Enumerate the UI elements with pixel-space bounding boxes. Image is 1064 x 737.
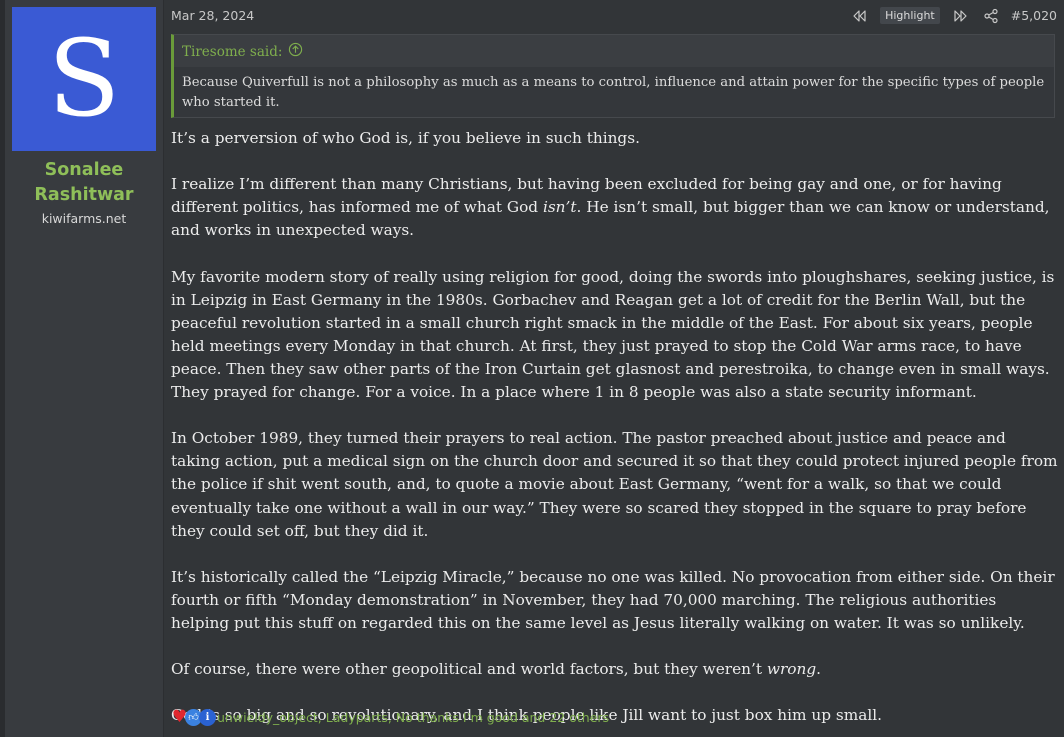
share-icon[interactable] <box>983 8 999 24</box>
paragraph-6: Of course, there were other geopolitical… <box>171 660 822 679</box>
post-tools: Highlight #5,020 <box>844 7 1057 24</box>
emphasis: isn’t <box>542 198 577 217</box>
paragraph-1: It’s a perversion of who God is, if you … <box>171 129 640 147</box>
paragraph-3: My favorite modern story of really using… <box>171 267 1055 402</box>
quote-header: Tiresome said: <box>182 42 303 61</box>
highlight-button[interactable]: Highlight <box>880 7 940 24</box>
paragraph-4: In October 1989, they turned their praye… <box>171 429 1058 540</box>
post-body: It’s a perversion of who God is, if you … <box>171 127 1059 737</box>
reaction-users[interactable]: unwieldy_object, Ladyparts, No thanks I’… <box>217 710 609 725</box>
reactions-bar: ♥ 👍︎ i unwieldy_object, Ladyparts, No th… <box>171 709 609 726</box>
post-date[interactable]: Mar 28, 2024 <box>171 8 254 23</box>
quote-author[interactable]: Tiresome said: <box>182 44 282 60</box>
user-title: kiwifarms.net <box>41 211 127 226</box>
quote-block: Tiresome said: Because Quiverfull is not… <box>171 34 1055 118</box>
paragraph-2: I realize I’m different than many Christ… <box>171 175 1050 240</box>
post: Mar 28, 2024 Highlight #5,020 Tiresome s… <box>164 0 1064 737</box>
username-line2[interactable]: Rashitwar <box>5 183 163 208</box>
next-icon[interactable] <box>953 8 969 24</box>
arrow-up-circle-icon[interactable] <box>288 42 303 61</box>
paragraph-5: It’s historically called the “Leipzig Mi… <box>171 567 1055 632</box>
reaction-icons[interactable]: ♥ 👍︎ i <box>171 709 216 726</box>
emphasis: wrong <box>766 660 817 679</box>
avatar[interactable]: S <box>12 7 156 151</box>
username-line1[interactable]: Sonalee <box>5 158 163 183</box>
informative-icon[interactable]: i <box>199 709 216 726</box>
post-header: Mar 28, 2024 Highlight #5,020 <box>171 7 1057 25</box>
previous-icon[interactable] <box>851 8 867 24</box>
username[interactable]: Sonalee Rashitwar <box>5 158 163 208</box>
user-sidebar: S Sonalee Rashitwar kiwifarms.net <box>5 0 164 737</box>
post-number[interactable]: #5,020 <box>1011 8 1057 23</box>
quote-text: Because Quiverfull is not a philosophy a… <box>174 67 1054 117</box>
